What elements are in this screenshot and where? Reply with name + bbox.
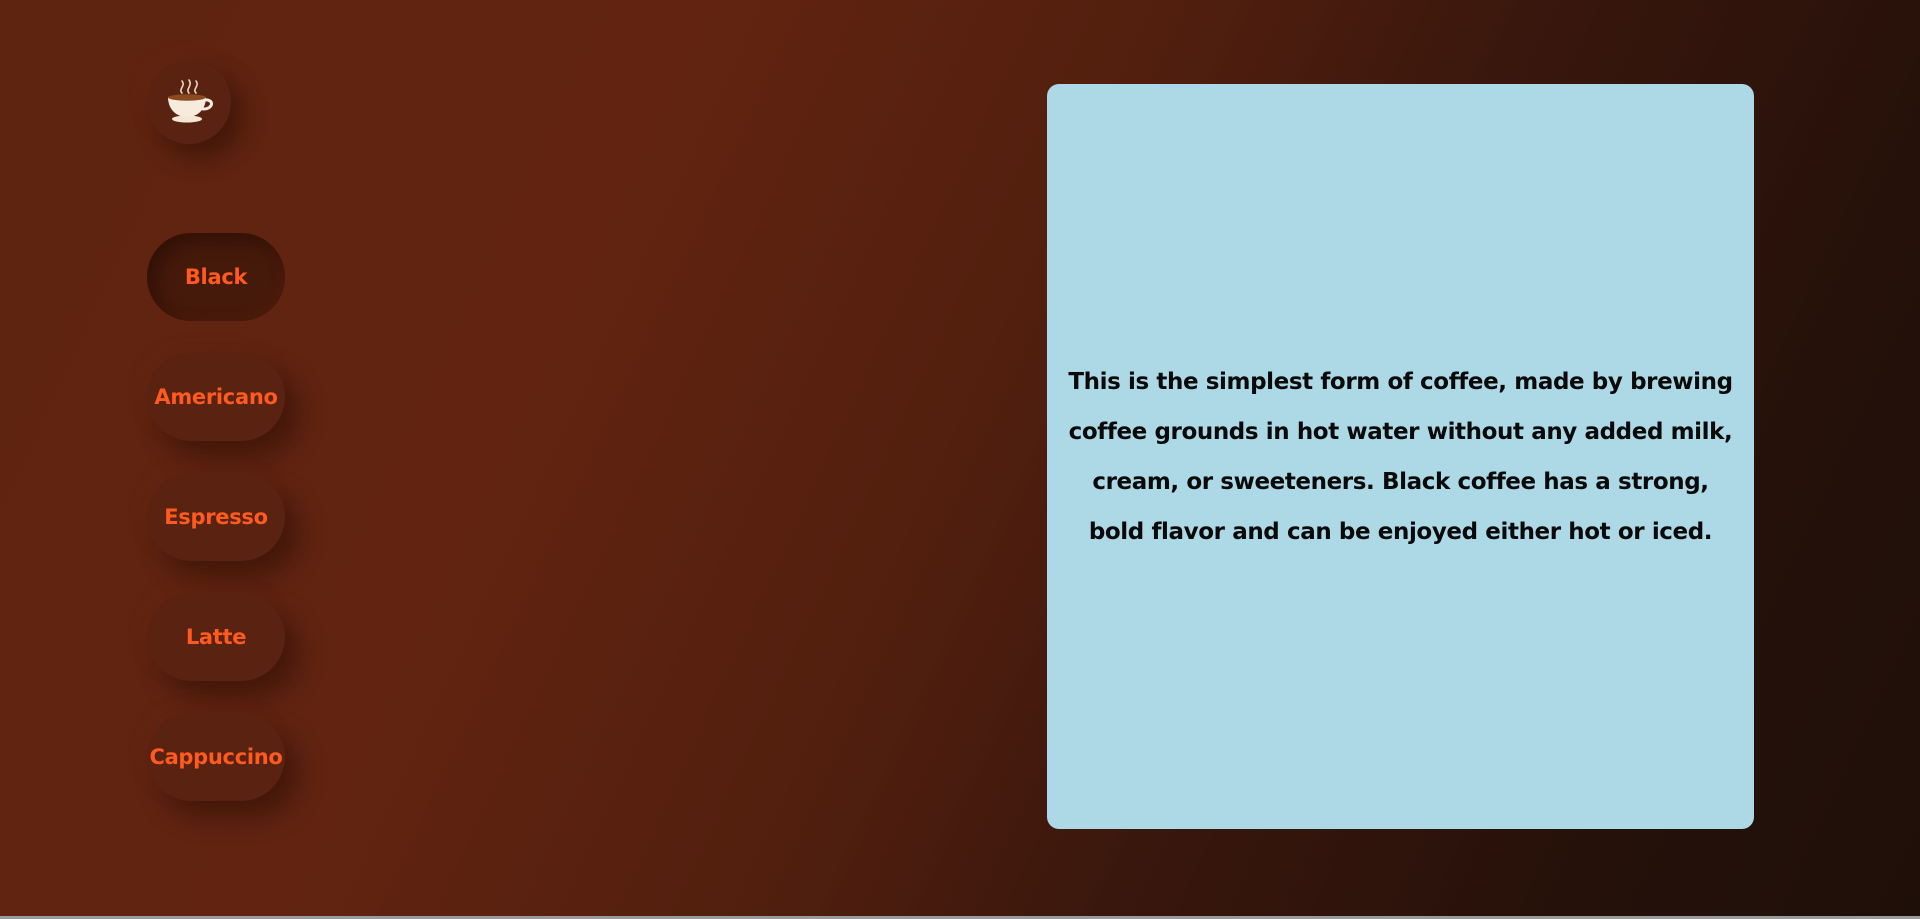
menu-button-black[interactable]: Black [147,233,285,321]
menu-button-cappuccino[interactable]: Cappuccino [147,713,285,801]
description-card: This is the simplest form of coffee, mad… [1047,84,1754,829]
menu-button-americano[interactable]: Americano [147,353,285,441]
menu-button-espresso[interactable]: Espresso [147,473,285,561]
description-text: This is the simplest form of coffee, mad… [1068,368,1733,545]
coffee-cup-icon [168,79,213,123]
menu-button-latte[interactable]: Latte [147,593,285,681]
logo [147,60,231,144]
